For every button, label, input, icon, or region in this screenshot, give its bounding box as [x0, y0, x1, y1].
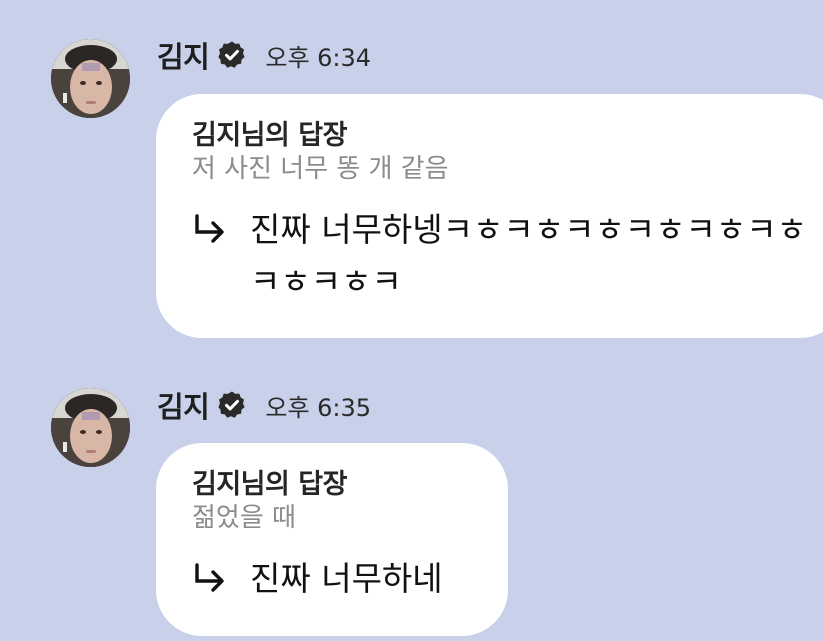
message-bubble[interactable]: 김지님의 답장 저 사진 너무 똥 개 같음 진짜 너무하넹ㅋㅎㅋㅎㅋㅎㅋㅎㅋㅎ… — [156, 94, 823, 338]
message-header: 김지 오후 6:35 — [157, 388, 372, 424]
reply-label: 김지님의 답장 — [192, 469, 347, 500]
verified-badge-icon — [217, 390, 247, 420]
verified-badge-icon — [217, 40, 247, 70]
sender-name[interactable]: 김지 — [157, 34, 210, 76]
reply-arrow-icon — [192, 212, 228, 248]
message-header: 김지 오후 6:34 — [157, 38, 372, 74]
avatar[interactable] — [51, 388, 130, 467]
message-bubble[interactable]: 김지님의 답장 젊었을 때 진짜 너무하네 — [156, 443, 508, 636]
message-time: 오후 6:35 — [265, 393, 372, 422]
message-text: 진짜 너무하네 — [250, 559, 443, 598]
quoted-text[interactable]: 저 사진 너무 똥 개 같음 — [192, 152, 810, 186]
message-text: 진짜 너무하넹ㅋㅎㅋㅎㅋㅎㅋㅎㅋㅎㅋㅎㅋㅎㅋㅎㅋ — [250, 210, 807, 301]
quoted-text[interactable]: 젊었을 때 — [192, 501, 472, 535]
message-time: 오후 6:34 — [265, 43, 372, 72]
sender-name[interactable]: 김지 — [157, 384, 210, 426]
reply-label: 김지님의 답장 — [192, 120, 347, 151]
reply-arrow-icon — [192, 561, 228, 597]
avatar[interactable] — [51, 39, 130, 118]
